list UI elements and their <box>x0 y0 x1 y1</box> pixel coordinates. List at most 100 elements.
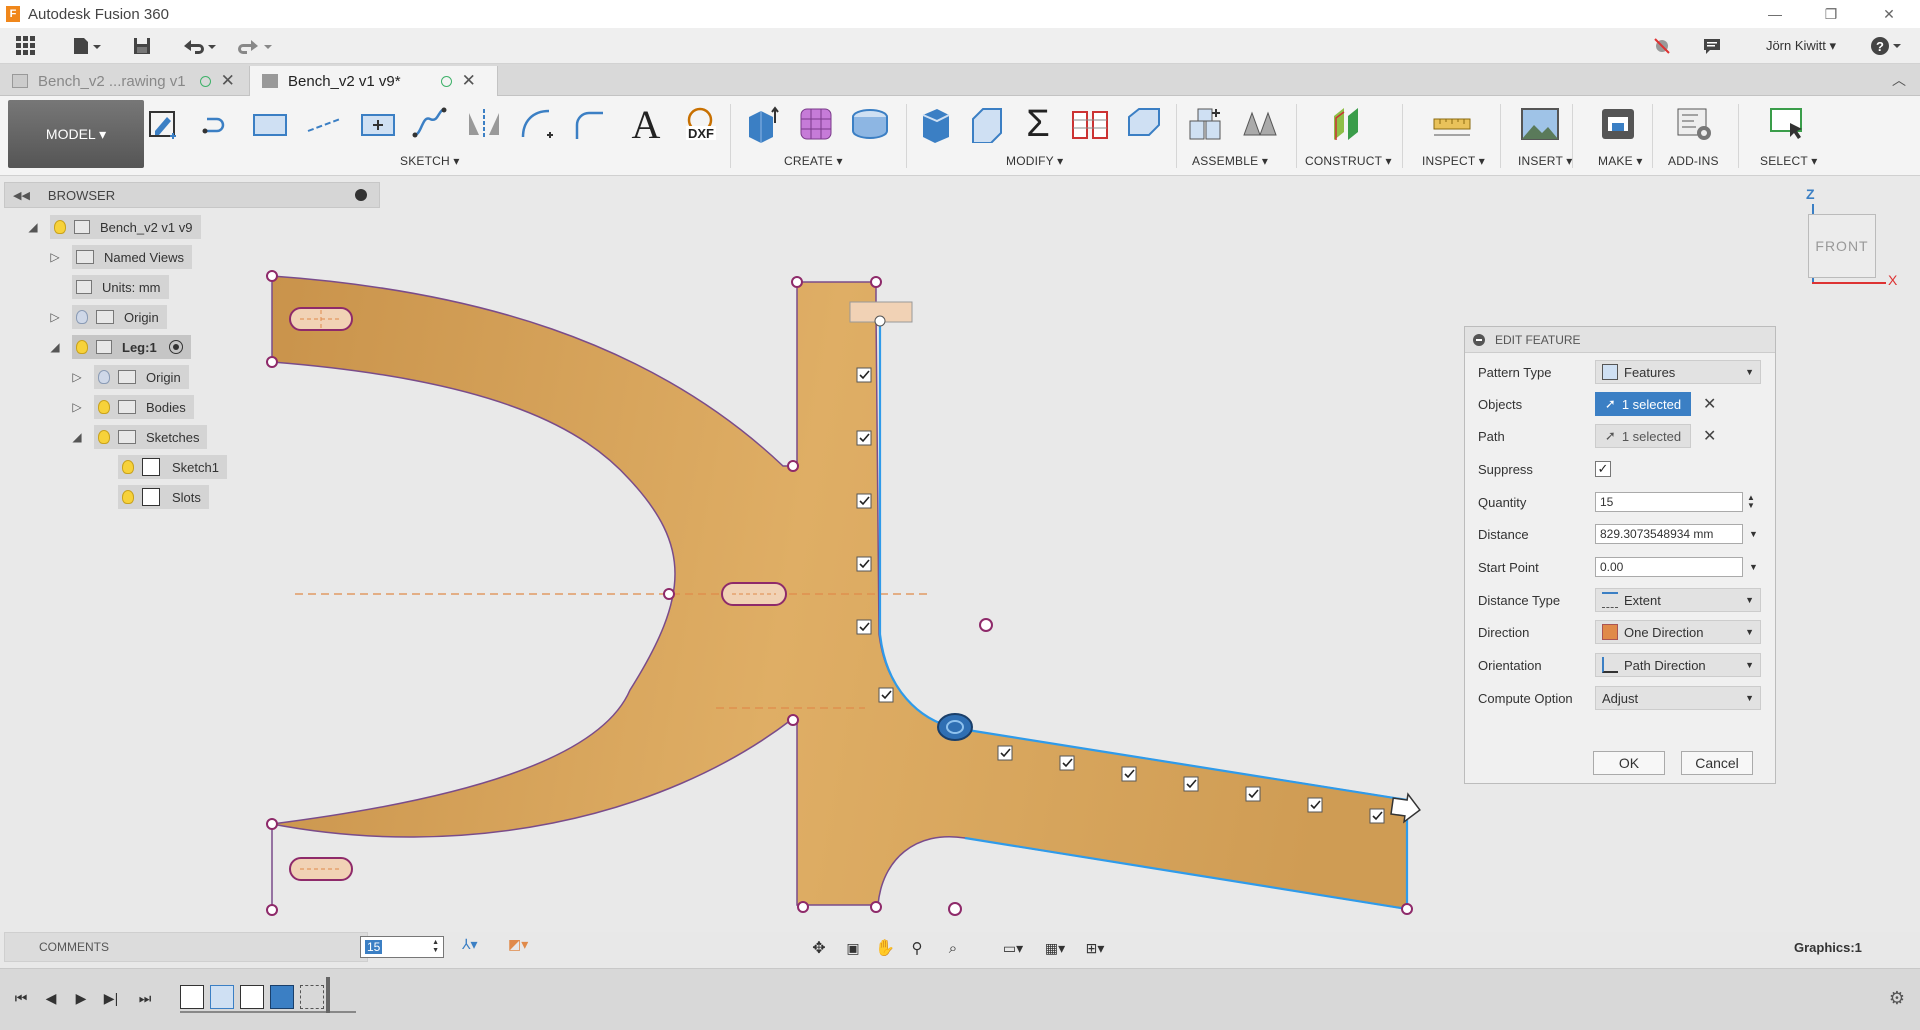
start-point-dropdown-icon[interactable]: ▼ <box>1749 562 1758 572</box>
tree-node-named-views[interactable]: ▷ Named Views <box>48 244 192 270</box>
suppress-checkbox[interactable]: ✓ <box>1595 461 1611 477</box>
visibility-bulb-icon[interactable] <box>76 310 88 324</box>
notifications-off-icon[interactable] <box>1648 32 1676 60</box>
mirror-icon[interactable] <box>464 106 504 142</box>
compute-option-select[interactable]: Adjust ▼ <box>1595 686 1761 710</box>
clear-path-icon[interactable]: ✕ <box>1703 426 1716 446</box>
redo-icon[interactable] <box>234 32 276 60</box>
start-point-input[interactable]: 0.00 <box>1595 557 1743 577</box>
visibility-bulb-icon[interactable] <box>76 340 88 354</box>
tab-drawing[interactable]: Bench_v2 ...rawing v1 ✕ <box>0 66 250 96</box>
collapse-ribbon-icon[interactable]: ︿ <box>1892 70 1906 90</box>
dialog-header[interactable]: EDIT FEATURE <box>1465 327 1775 353</box>
viewcube[interactable]: FRONT <box>1808 214 1876 278</box>
ok-button[interactable]: OK <box>1593 751 1665 775</box>
make-menu[interactable]: MAKE ▾ <box>1598 154 1643 168</box>
visibility-bulb-icon[interactable] <box>98 400 110 414</box>
new-component-icon[interactable] <box>1186 106 1226 142</box>
distance-dropdown-icon[interactable]: ▼ <box>1749 529 1758 539</box>
split-body-icon[interactable] <box>1070 106 1110 142</box>
path-start-manipulator[interactable] <box>937 713 973 741</box>
leg-body[interactable] <box>271 275 1408 910</box>
collapsed-triangle-icon[interactable]: ▷ <box>48 310 62 324</box>
clear-objects-icon[interactable]: ✕ <box>1703 394 1716 414</box>
timeline-feature-icon[interactable] <box>300 985 324 1009</box>
zoom-icon[interactable]: ⚲ <box>906 936 928 960</box>
slot-top-left[interactable] <box>289 307 353 331</box>
quantity-stepper-icon[interactable]: ▲ ▼ <box>1747 494 1755 510</box>
close-icon[interactable]: ✕ <box>1866 0 1912 28</box>
quantity-input[interactable]: 15 <box>1595 492 1743 512</box>
timeline-track[interactable] <box>180 977 356 1013</box>
offset-plane-icon[interactable] <box>1328 106 1368 142</box>
insert-image-icon[interactable] <box>1520 106 1560 142</box>
tree-node-origin[interactable]: ▷ Origin <box>48 304 167 330</box>
collapsed-triangle-icon[interactable]: ▷ <box>70 400 84 414</box>
workspace-switcher[interactable]: MODEL ▾ <box>8 100 144 168</box>
timeline-sketch-icon[interactable] <box>180 985 204 1009</box>
timeline-settings-gear-icon[interactable]: ⚙ <box>1886 987 1908 1009</box>
construction-line-icon[interactable] <box>304 106 344 142</box>
orbit-icon[interactable]: ✥ <box>806 936 832 960</box>
step-back-icon[interactable]: ◀ <box>40 987 62 1009</box>
timeline-extrude-icon[interactable] <box>210 985 234 1009</box>
activate-radio-icon[interactable] <box>168 340 183 354</box>
addins-menu[interactable]: ADD-INS <box>1668 154 1719 168</box>
visibility-bulb-icon[interactable] <box>54 220 66 234</box>
sketch-menu[interactable]: SKETCH ▾ <box>400 154 460 168</box>
create-sketch-icon[interactable] <box>144 106 184 142</box>
stepper-icon[interactable]: ▲ ▼ <box>432 939 439 955</box>
browser-pin-icon[interactable] <box>355 189 367 201</box>
fit-icon[interactable]: ⌕ <box>938 936 968 960</box>
slot-bottom-left[interactable] <box>289 857 353 881</box>
go-to-start-icon[interactable]: ⏮ <box>10 987 32 1009</box>
collapsed-triangle-icon[interactable]: ▷ <box>48 250 62 264</box>
pattern-type-select[interactable]: Features ▼ <box>1595 360 1761 384</box>
look-at-icon[interactable]: ▣ <box>842 936 864 960</box>
objects-selection-button[interactable]: ➚ 1 selected <box>1595 392 1691 416</box>
data-panel-grid-icon[interactable] <box>10 32 42 60</box>
tree-node-root[interactable]: ◢ Bench_v2 v1 v9 <box>26 214 201 240</box>
rectangle-icon[interactable] <box>250 106 290 142</box>
close-tab-icon[interactable]: ✕ <box>462 71 476 91</box>
viewports-icon[interactable]: ⊞▾ <box>1080 936 1110 960</box>
expanded-triangle-icon[interactable]: ◢ <box>70 430 84 444</box>
select-icon[interactable] <box>1768 106 1808 142</box>
assemble-menu[interactable]: ASSEMBLE ▾ <box>1192 154 1268 168</box>
visibility-bulb-icon[interactable] <box>98 430 110 444</box>
tree-node-slots[interactable]: Slots <box>118 484 209 510</box>
spline-icon[interactable] <box>410 106 450 142</box>
distance-type-select[interactable]: Extent ▼ <box>1595 588 1761 612</box>
restore-icon[interactable]: ❐ <box>1808 0 1854 28</box>
close-tab-icon[interactable]: ✕ <box>221 71 235 91</box>
shell-icon[interactable] <box>850 106 890 142</box>
tab-design[interactable]: Bench_v2 v1 v9* ✕ <box>250 66 498 96</box>
timeline-sketch-icon[interactable] <box>240 985 264 1009</box>
text-tool-icon[interactable]: A <box>626 102 666 147</box>
save-icon[interactable] <box>128 32 156 60</box>
modify-menu[interactable]: MODIFY ▾ <box>1006 154 1063 168</box>
measure-icon[interactable] <box>1432 106 1472 142</box>
direction-select[interactable]: One Direction ▼ <box>1595 620 1761 644</box>
tree-node-leg-origin[interactable]: ▷ Origin <box>70 364 189 390</box>
tree-node-leg[interactable]: ◢ Leg:1 <box>48 334 191 360</box>
visibility-bulb-icon[interactable] <box>122 490 134 504</box>
collapse-dialog-icon[interactable] <box>1473 333 1485 346</box>
slot-middle[interactable] <box>721 582 787 606</box>
extrude-icon[interactable] <box>742 106 782 143</box>
browser-panel-header[interactable]: ◀◀ BROWSER <box>4 182 380 208</box>
step-forward-icon[interactable]: ▶| <box>100 987 122 1009</box>
dxf-insert-icon[interactable]: DXF <box>680 106 720 142</box>
cancel-button[interactable]: Cancel <box>1681 751 1753 775</box>
orientation-select[interactable]: Path Direction ▼ <box>1595 653 1761 677</box>
file-menu-icon[interactable] <box>66 32 106 60</box>
visibility-bulb-icon[interactable] <box>122 460 134 474</box>
comments-panel[interactable]: COMMENTS <box>4 932 368 962</box>
slot-top-right[interactable] <box>849 301 913 327</box>
expanded-triangle-icon[interactable]: ◢ <box>48 340 62 354</box>
fillet-sketch-icon[interactable] <box>570 106 610 142</box>
collapse-browser-icon[interactable]: ◀◀ <box>13 189 30 202</box>
help-icon[interactable]: ? <box>1866 32 1906 60</box>
slot-icon[interactable] <box>358 106 398 142</box>
3d-print-icon[interactable] <box>1598 106 1638 142</box>
